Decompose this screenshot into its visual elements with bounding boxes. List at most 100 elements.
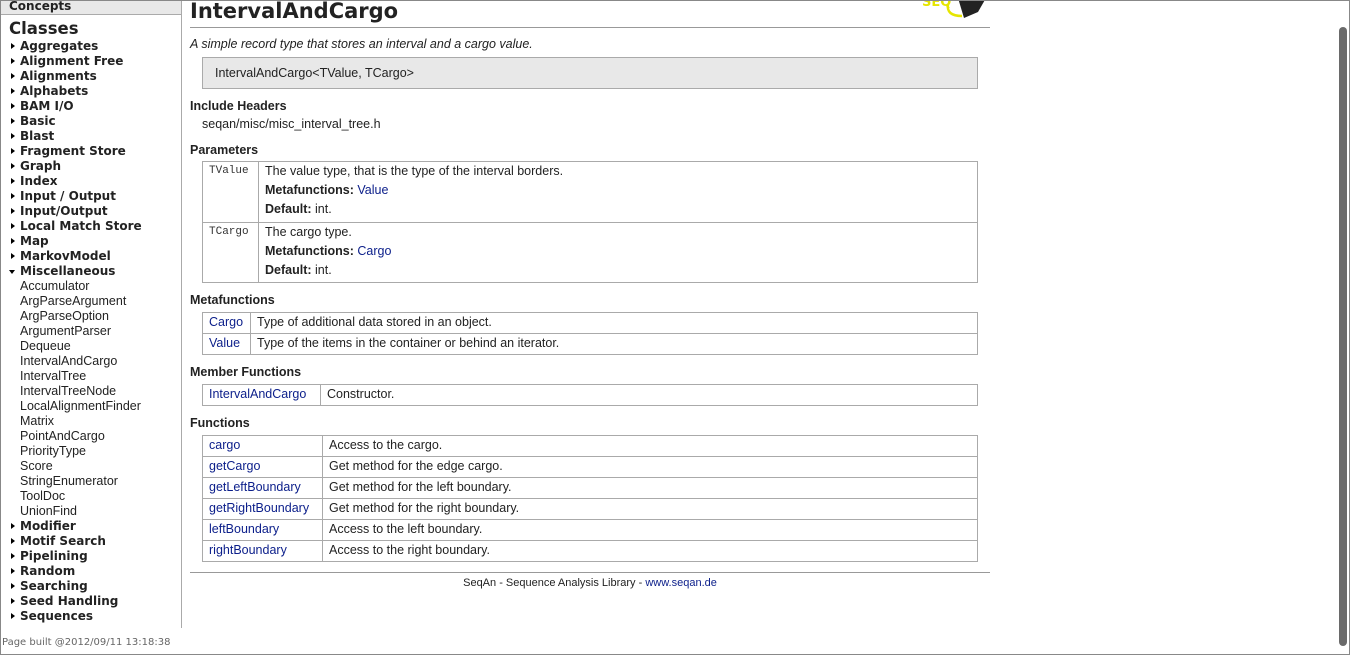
- metafunctions-label: Metafunctions:: [265, 244, 354, 258]
- function-link[interactable]: leftBoundary: [209, 522, 279, 536]
- sidebar-item-prioritytype[interactable]: PriorityType: [0, 444, 181, 459]
- vertical-scrollbar[interactable]: [1339, 27, 1347, 646]
- collapsed-triangle-icon[interactable]: [11, 88, 15, 94]
- collapsed-triangle-icon[interactable]: [11, 253, 15, 259]
- sidebar-item-miscellaneous[interactable]: Miscellaneous: [0, 264, 181, 279]
- collapsed-triangle-icon[interactable]: [11, 598, 15, 604]
- function-link[interactable]: rightBoundary: [209, 543, 287, 557]
- function-link[interactable]: IntervalAndCargo: [209, 387, 306, 401]
- sidebar-item-basic[interactable]: Basic: [0, 114, 181, 129]
- sidebar-item-intervaltreenode[interactable]: IntervalTreeNode: [0, 384, 181, 399]
- table-row: leftBoundary Access to the left boundary.: [202, 519, 978, 541]
- metafunction-link[interactable]: Cargo: [357, 244, 391, 258]
- collapsed-triangle-icon[interactable]: [11, 208, 15, 214]
- footer-divider: [190, 572, 990, 573]
- sidebar-item-matrix[interactable]: Matrix: [0, 414, 181, 429]
- function-link[interactable]: getCargo: [209, 459, 260, 473]
- page-built-timestamp: Page built @2012/09/11 13:18:38: [2, 637, 171, 648]
- collapsed-triangle-icon[interactable]: [11, 148, 15, 154]
- sidebar-item-score[interactable]: Score: [0, 459, 181, 474]
- expanded-triangle-icon[interactable]: [9, 270, 15, 274]
- collapsed-triangle-icon[interactable]: [11, 583, 15, 589]
- collapsed-triangle-icon[interactable]: [11, 238, 15, 244]
- collapsed-triangle-icon[interactable]: [11, 118, 15, 124]
- parameters-table: TValue The value type, that is the type …: [202, 161, 978, 283]
- class-nav-list: Aggregates Alignment Free Alignments Alphab…: [0, 39, 181, 624]
- function-link[interactable]: getRightBoundary: [209, 501, 309, 515]
- sidebar-item-localalignmentfinder[interactable]: LocalAlignmentFinder: [0, 399, 181, 414]
- sidebar-item-input-output[interactable]: Input/Output: [0, 204, 181, 219]
- sidebar-item-alignments[interactable]: Alignments: [0, 69, 181, 84]
- sidebar-item-unionfind[interactable]: UnionFind: [0, 504, 181, 519]
- sidebar-item-label: Motif Search: [20, 534, 106, 548]
- collapsed-triangle-icon[interactable]: [11, 58, 15, 64]
- table-row: cargo Access to the cargo.: [202, 435, 978, 457]
- sidebar-item-random[interactable]: Random: [0, 564, 181, 579]
- sidebar-item-argparseoption[interactable]: ArgParseOption: [0, 309, 181, 324]
- collapsed-triangle-icon[interactable]: [11, 178, 15, 184]
- sidebar-item-label: Input / Output: [20, 189, 116, 203]
- sidebar-item-tooldoc[interactable]: ToolDoc: [0, 489, 181, 504]
- collapsed-triangle-icon[interactable]: [11, 73, 15, 79]
- collapsed-triangle-icon[interactable]: [11, 523, 15, 529]
- sidebar-item-pipelining[interactable]: Pipelining: [0, 549, 181, 564]
- sidebar-item-index[interactable]: Index: [0, 174, 181, 189]
- function-link[interactable]: getLeftBoundary: [209, 480, 301, 494]
- sidebar-item-accumulator[interactable]: Accumulator: [0, 279, 181, 294]
- name-cell: IntervalAndCargo: [202, 384, 321, 406]
- sidebar-item-blast[interactable]: Blast: [0, 129, 181, 144]
- sidebar-item-markovmodel[interactable]: MarkovModel: [0, 249, 181, 264]
- concepts-link[interactable]: Concepts: [0, 0, 181, 15]
- default-value: int.: [315, 263, 332, 277]
- name-cell: cargo: [202, 435, 323, 457]
- collapsed-triangle-icon[interactable]: [11, 193, 15, 199]
- sidebar-item-motif-search[interactable]: Motif Search: [0, 534, 181, 549]
- param-name: TValue: [202, 161, 259, 223]
- collapsed-triangle-icon[interactable]: [11, 553, 15, 559]
- sidebar-item-input-output[interactable]: Input / Output: [0, 189, 181, 204]
- collapsed-triangle-icon[interactable]: [11, 223, 15, 229]
- sidebar-item-argparseargument[interactable]: ArgParseArgument: [0, 294, 181, 309]
- sidebar-item-intervaltree[interactable]: IntervalTree: [0, 369, 181, 384]
- sidebar-item-map[interactable]: Map: [0, 234, 181, 249]
- sidebar-item-argumentparser[interactable]: ArgumentParser: [0, 324, 181, 339]
- sidebar-item-pointandcargo[interactable]: PointAndCargo: [0, 429, 181, 444]
- sidebar-item-searching[interactable]: Searching: [0, 579, 181, 594]
- sidebar-item-label: Fragment Store: [20, 144, 126, 158]
- function-link[interactable]: cargo: [209, 438, 240, 452]
- sidebar-item-bam-i-o[interactable]: BAM I/O: [0, 99, 181, 114]
- class-description: A simple record type that stores an inte…: [190, 37, 533, 51]
- function-link[interactable]: Cargo: [209, 315, 243, 329]
- sidebar-item-alignment-free[interactable]: Alignment Free: [0, 54, 181, 69]
- sidebar-item-local-match-store[interactable]: Local Match Store: [0, 219, 181, 234]
- metafunction-link[interactable]: Value: [357, 183, 388, 197]
- collapsed-triangle-icon[interactable]: [11, 568, 15, 574]
- name-cell: getCargo: [202, 456, 323, 478]
- sidebar-item-aggregates[interactable]: Aggregates: [0, 39, 181, 54]
- sidebar-item-dequeue[interactable]: Dequeue: [0, 339, 181, 354]
- description-cell: Access to the cargo.: [322, 435, 978, 457]
- sidebar-item-seed-handling[interactable]: Seed Handling: [0, 594, 181, 609]
- table-row: getCargo Get method for the edge cargo.: [202, 456, 978, 478]
- sidebar-item-modifier[interactable]: Modifier: [0, 519, 181, 534]
- sidebar-item-label: Index: [20, 174, 58, 188]
- table-row: TValue The value type, that is the type …: [202, 161, 978, 223]
- collapsed-triangle-icon[interactable]: [11, 613, 15, 619]
- function-link[interactable]: Value: [209, 336, 240, 350]
- description-cell: Get method for the left boundary.: [322, 477, 978, 499]
- sidebar-item-intervalandcargo[interactable]: IntervalAndCargo: [0, 354, 181, 369]
- sidebar-item-graph[interactable]: Graph: [0, 159, 181, 174]
- collapsed-triangle-icon[interactable]: [11, 538, 15, 544]
- sidebar-item-fragment-store[interactable]: Fragment Store: [0, 144, 181, 159]
- member-functions-table: IntervalAndCargo Constructor.: [202, 384, 978, 406]
- sidebar-item-label: Blast: [20, 129, 55, 143]
- sidebar-item-alphabets[interactable]: Alphabets: [0, 84, 181, 99]
- seqan-website-link[interactable]: www.seqan.de: [645, 577, 717, 589]
- sidebar-item-stringenumerator[interactable]: StringEnumerator: [0, 474, 181, 489]
- description-cell: Constructor.: [320, 384, 978, 406]
- collapsed-triangle-icon[interactable]: [11, 103, 15, 109]
- collapsed-triangle-icon[interactable]: [11, 133, 15, 139]
- collapsed-triangle-icon[interactable]: [11, 163, 15, 169]
- collapsed-triangle-icon[interactable]: [11, 43, 15, 49]
- sidebar-item-sequences[interactable]: Sequences: [0, 609, 181, 624]
